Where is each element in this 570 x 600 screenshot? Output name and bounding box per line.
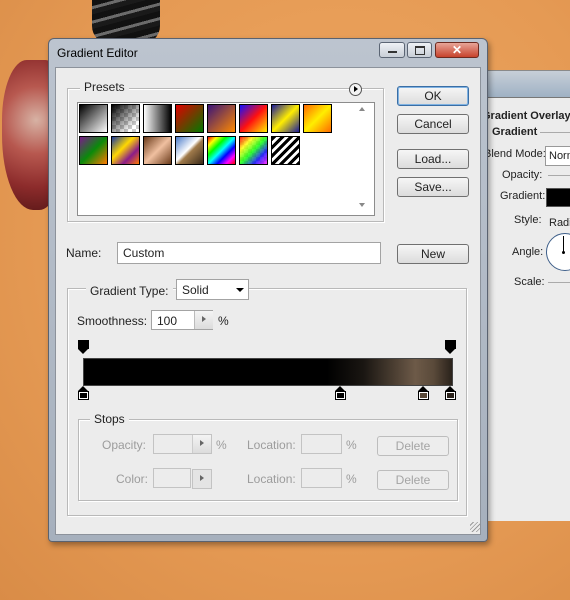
save-button[interactable]: Save... [397, 177, 469, 197]
opacity-stop-left[interactable] [78, 340, 89, 354]
preset-black-white[interactable] [79, 104, 108, 133]
gradient-type-label: Gradient Type: [86, 284, 173, 298]
gradient-type-value: Solid [182, 283, 209, 297]
angle-dial-needle [563, 236, 564, 253]
scroll-down-icon[interactable] [359, 203, 365, 207]
ls-style-label: Style: [514, 214, 542, 226]
stop-opacity-unit: % [216, 438, 227, 452]
section-divider [540, 132, 570, 133]
presets-scrollbar[interactable] [355, 103, 370, 211]
smoothness-value: 100 [157, 314, 178, 328]
stop-opacity-arrow[interactable] [192, 435, 211, 453]
stop-color-label: Color: [116, 472, 149, 486]
preset-transparent-checker[interactable] [111, 104, 140, 133]
ok-button[interactable]: OK [397, 86, 469, 106]
preset-blue-red-yellow[interactable] [239, 104, 268, 133]
preset-spectrum[interactable] [207, 136, 236, 165]
new-button[interactable]: New [397, 244, 469, 264]
ls-opacity-label: Opacity: [502, 169, 543, 181]
preset-red-green[interactable] [175, 104, 204, 133]
stop-color-swatch[interactable] [153, 468, 191, 488]
ls-angle-label: Angle: [512, 246, 544, 258]
preset-violet-green-orange[interactable] [79, 136, 108, 165]
maximize-icon [415, 46, 425, 55]
name-input[interactable]: Custom [117, 242, 381, 264]
stops-label: Stops [90, 412, 129, 426]
load-button[interactable]: Load... [397, 149, 469, 169]
stop-opacity-input[interactable] [153, 434, 212, 454]
color-location-input[interactable] [301, 468, 342, 488]
preset-yellow-violet-orange-blue[interactable] [111, 136, 140, 165]
smoothness-input[interactable]: 100 [151, 310, 213, 330]
preset-chrome[interactable] [175, 136, 204, 165]
preset-copper[interactable] [143, 136, 172, 165]
presets-label: Presets [80, 80, 129, 94]
gradient-bar[interactable] [83, 358, 453, 386]
maximize-button[interactable] [407, 42, 432, 58]
play-arrow-icon [354, 86, 358, 92]
ls-gradient-label: Gradient: [500, 190, 546, 202]
preset-transparent-stripes[interactable] [271, 136, 300, 165]
opacity-location-unit: % [346, 438, 357, 452]
presets-menu-button[interactable] [349, 83, 362, 96]
smoothness-slider-arrow[interactable] [194, 311, 213, 329]
color-stop-2[interactable] [335, 386, 346, 400]
opacity-stop-right[interactable] [445, 340, 456, 354]
opacity-location-input[interactable] [301, 434, 342, 454]
ls-scale-slider[interactable] [548, 282, 570, 283]
resize-grip-icon[interactable] [470, 522, 480, 532]
name-label: Name: [66, 246, 102, 260]
layer-style-titlebar [479, 71, 570, 98]
gradient-section-label: Gradient [492, 126, 538, 138]
color-stop-3[interactable] [418, 386, 429, 400]
stop-opacity-label: Opacity: [102, 438, 147, 452]
color-delete-button[interactable]: Delete [377, 470, 449, 490]
minimize-button[interactable] [379, 42, 405, 58]
color-location-label: Location: [247, 472, 296, 486]
color-stop-1[interactable] [78, 386, 89, 400]
ls-scale-label: Scale: [514, 276, 545, 288]
color-stop-4[interactable] [445, 386, 456, 400]
preset-blue-yellow-blue[interactable] [271, 104, 300, 133]
blend-mode-select[interactable]: Norm [545, 146, 570, 166]
preset-violet-orange[interactable] [207, 104, 236, 133]
preset-white-black[interactable] [143, 104, 172, 133]
smoothness-label: Smoothness: [77, 314, 148, 328]
color-location-unit: % [346, 472, 357, 486]
cancel-button[interactable]: Cancel [397, 114, 469, 134]
close-button[interactable]: ✕ [435, 42, 479, 58]
minimize-icon [388, 51, 397, 53]
scroll-up-icon[interactable] [359, 107, 365, 111]
opacity-location-label: Location: [247, 438, 296, 452]
preset-orange-yellow-orange[interactable] [303, 104, 332, 133]
close-icon: ✕ [452, 43, 463, 57]
chevron-down-icon [236, 288, 244, 292]
gradient-type-select[interactable]: Solid [176, 279, 249, 300]
gradient-overlay-heading: Gradient Overlay [482, 110, 570, 122]
ls-gradient-swatch[interactable] [546, 188, 570, 207]
ls-opacity-slider[interactable] [548, 175, 570, 176]
ls-style-select[interactable]: Radia [545, 213, 570, 233]
stop-color-arrow[interactable] [192, 469, 212, 489]
preset-transparent-rainbow[interactable] [239, 136, 268, 165]
window-title: Gradient Editor [57, 46, 138, 60]
smoothness-unit: % [218, 314, 229, 328]
opacity-delete-button[interactable]: Delete [377, 436, 449, 456]
blend-mode-label: Blend Mode: [484, 148, 546, 160]
